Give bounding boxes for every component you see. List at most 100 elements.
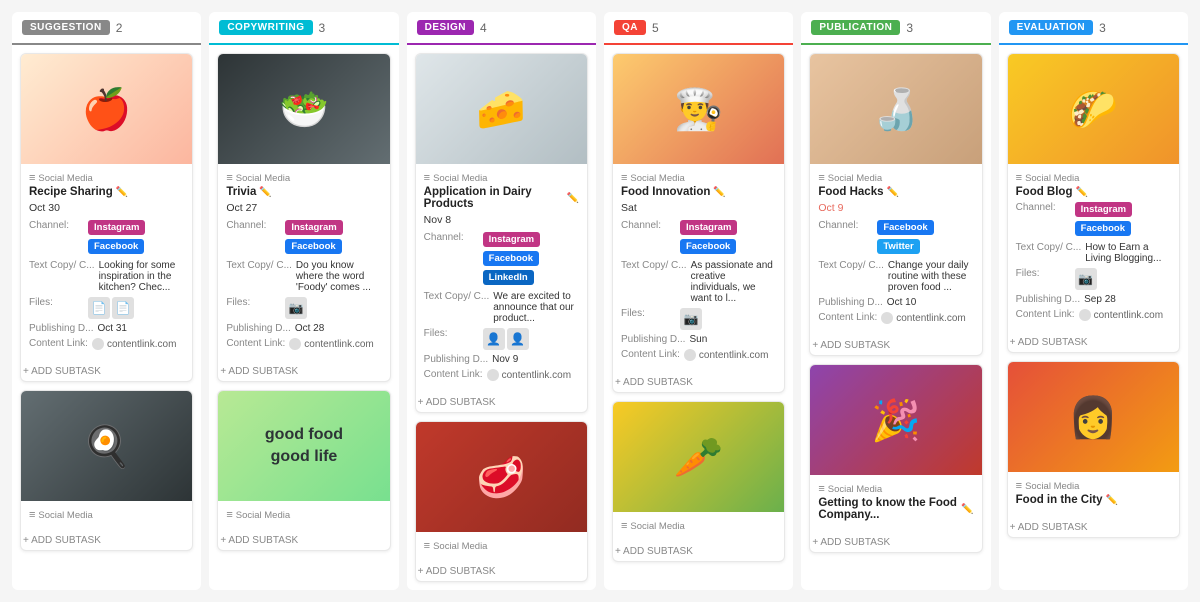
column-header-publication: PUBLICATION3 xyxy=(801,12,990,45)
column-count-suggestion: 2 xyxy=(116,21,123,35)
card[interactable]: 🍶Social MediaFood Hacks ✏️Oct 9Channel:F… xyxy=(809,53,982,356)
files-label: Files: xyxy=(226,297,281,308)
text-copy-value: We are excited to announce that our prod… xyxy=(493,291,579,324)
channel-tags: Instagram Facebook xyxy=(1075,202,1171,238)
column-copywriting: COPYWRITING3🥗Social MediaTrivia ✏️Oct 27… xyxy=(209,12,398,590)
tag-instagram[interactable]: Instagram xyxy=(285,220,342,235)
add-subtask-button[interactable]: + ADD SUBTASK xyxy=(613,542,784,561)
card-content-area: Social MediaRecipe Sharing ✏️Oct 30Chann… xyxy=(21,164,192,362)
add-subtask-button[interactable]: + ADD SUBTASK xyxy=(1008,518,1179,537)
publishing-date-value: Sep 28 xyxy=(1084,294,1171,305)
content-link-value[interactable]: contentlink.com xyxy=(487,369,571,381)
card[interactable]: 🍳Social Media+ ADD SUBTASK xyxy=(20,390,193,551)
file-thumb[interactable]: 📄 xyxy=(88,297,110,319)
text-copy-value: As passionate and creative individuals, … xyxy=(691,260,777,304)
publishing-date-value: Oct 10 xyxy=(887,297,974,308)
tag-facebook[interactable]: Facebook xyxy=(877,220,933,235)
content-link-value[interactable]: contentlink.com xyxy=(92,338,176,350)
edit-icon: ✏️ xyxy=(116,187,128,198)
tag-twitter[interactable]: Twitter xyxy=(877,239,919,254)
tag-facebook[interactable]: Facebook xyxy=(680,239,736,254)
add-subtask-button[interactable]: + ADD SUBTASK xyxy=(218,531,389,550)
text-copy-label: Text Copy/ C... xyxy=(818,260,884,271)
tag-instagram[interactable]: Instagram xyxy=(88,220,145,235)
column-badge-publication: PUBLICATION xyxy=(811,20,900,35)
column-body-qa: 👨‍🍳Social MediaFood Innovation ✏️SatChan… xyxy=(604,45,793,570)
card-category: Social Media xyxy=(1016,172,1171,184)
content-link-row: Content Link:contentlink.com xyxy=(226,338,381,350)
file-thumb[interactable]: 👤 xyxy=(507,328,529,350)
text-copy-label: Text Copy/ C... xyxy=(29,260,95,271)
tag-facebook[interactable]: Facebook xyxy=(88,239,144,254)
add-subtask-button[interactable]: + ADD SUBTASK xyxy=(810,336,981,355)
card-image: 🥕 xyxy=(613,402,784,512)
column-count-design: 4 xyxy=(480,21,487,35)
tag-instagram[interactable]: Instagram xyxy=(1075,202,1132,217)
card-channels-row: Channel: Instagram Facebook xyxy=(226,220,381,256)
card-files-row: Files:👤👤 xyxy=(424,328,579,350)
card[interactable]: good food good lifeSocial Media+ ADD SUB… xyxy=(217,390,390,551)
add-subtask-button[interactable]: + ADD SUBTASK xyxy=(21,531,192,550)
add-subtask-button[interactable]: + ADD SUBTASK xyxy=(21,362,192,381)
column-body-suggestion: 🍎Social MediaRecipe Sharing ✏️Oct 30Chan… xyxy=(12,45,201,559)
tag-facebook[interactable]: Facebook xyxy=(483,251,539,266)
publishing-date-row: Publishing D... Sep 28 xyxy=(1016,294,1171,305)
tag-facebook[interactable]: Facebook xyxy=(1075,221,1131,236)
file-thumb[interactable]: 📷 xyxy=(1075,268,1097,290)
content-link-value[interactable]: contentlink.com xyxy=(881,312,965,324)
card-content-area: Social MediaFood in the City ✏️ xyxy=(1008,472,1179,518)
content-link-value[interactable]: contentlink.com xyxy=(684,349,768,361)
add-subtask-button[interactable]: + ADD SUBTASK xyxy=(218,362,389,381)
card-image: 🍎 xyxy=(21,54,192,164)
file-thumb[interactable]: 📷 xyxy=(680,308,702,330)
column-header-design: DESIGN4 xyxy=(407,12,596,45)
channel-tags: Instagram Facebook xyxy=(285,220,381,256)
card[interactable]: 👨‍🍳Social MediaFood Innovation ✏️SatChan… xyxy=(612,53,785,393)
card-channels-row: Channel:InstagramFacebook xyxy=(621,220,776,256)
card[interactable]: 🧀Social MediaApplication in Dairy Produc… xyxy=(415,53,588,413)
content-link-value[interactable]: contentlink.com xyxy=(289,338,373,350)
card-image: 👨‍🍳 xyxy=(613,54,784,164)
channel-tags: Instagram Facebook LinkedIn xyxy=(483,232,579,287)
card-files-row: Files: 📷 xyxy=(226,297,381,319)
card-text-row: Text Copy/ C...We are excited to announc… xyxy=(424,291,579,324)
card[interactable]: 🎉Social MediaGetting to know the Food Co… xyxy=(809,364,982,553)
add-subtask-button[interactable]: + ADD SUBTASK xyxy=(416,562,587,581)
tag-instagram[interactable]: Instagram xyxy=(483,232,540,247)
channel-label: Channel: xyxy=(226,220,281,231)
tag-instagram[interactable]: Instagram xyxy=(680,220,737,235)
edit-icon: ✏️ xyxy=(887,187,899,198)
tag-facebook[interactable]: Facebook xyxy=(285,239,341,254)
publishing-date-label: Publishing D... xyxy=(1016,294,1080,305)
text-copy-label: Text Copy/ C... xyxy=(424,291,490,302)
add-subtask-button[interactable]: + ADD SUBTASK xyxy=(416,393,587,412)
add-subtask-button[interactable]: + ADD SUBTASK xyxy=(613,373,784,392)
content-link-value[interactable]: contentlink.com xyxy=(1079,309,1163,321)
card-date: Oct 27 xyxy=(226,202,381,214)
card-title: Recipe Sharing ✏️ xyxy=(29,186,184,198)
card-category: Social Media xyxy=(818,483,973,495)
column-publication: PUBLICATION3 🍶Social MediaFood Hacks ✏️Oc… xyxy=(801,12,990,590)
add-subtask-button[interactable]: + ADD SUBTASK xyxy=(810,533,981,552)
tag-linkedin[interactable]: LinkedIn xyxy=(483,270,534,285)
column-body-evaluation: 🌮Social MediaFood Blog ✏️Channel:Instagr… xyxy=(999,45,1188,546)
card-text-row: Text Copy/ C...As passionate and creativ… xyxy=(621,260,776,304)
file-thumb[interactable]: 📷 xyxy=(285,297,307,319)
file-thumb[interactable]: 📄 xyxy=(112,297,134,319)
publishing-date-value: Sun xyxy=(689,334,776,345)
card[interactable]: 🌮Social MediaFood Blog ✏️Channel:Instagr… xyxy=(1007,53,1180,353)
card[interactable]: 🥩Social Media+ ADD SUBTASK xyxy=(415,421,588,582)
files-container: 📷 xyxy=(680,308,704,330)
card[interactable]: 🥕Social Media+ ADD SUBTASK xyxy=(612,401,785,562)
card[interactable]: 🥗Social MediaTrivia ✏️Oct 27Channel:Inst… xyxy=(217,53,390,382)
edit-icon: ✏️ xyxy=(713,187,725,198)
add-subtask-button[interactable]: + ADD SUBTASK xyxy=(1008,333,1179,352)
card[interactable]: 👩Social MediaFood in the City ✏️+ ADD SU… xyxy=(1007,361,1180,538)
column-badge-copywriting: COPYWRITING xyxy=(219,20,312,35)
column-header-suggestion: SUGGESTION2 xyxy=(12,12,201,45)
publishing-date-label: Publishing D... xyxy=(818,297,882,308)
card-channels-row: Channel:FacebookTwitter xyxy=(818,220,973,256)
column-count-qa: 5 xyxy=(652,21,659,35)
file-thumb[interactable]: 👤 xyxy=(483,328,505,350)
card[interactable]: 🍎Social MediaRecipe Sharing ✏️Oct 30Chan… xyxy=(20,53,193,382)
